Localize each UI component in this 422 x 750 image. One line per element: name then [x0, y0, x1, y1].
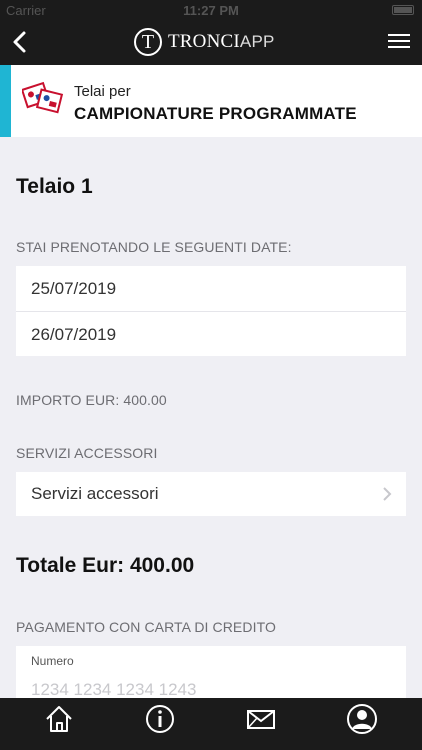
profile-icon[interactable] [345, 702, 379, 736]
total-amount: Totale Eur: 400.00 [16, 554, 195, 577]
dates-label: STAI PRENOTANDO LE SEGUENTI DATE: [16, 239, 292, 255]
header-title: CAMPIONATURE PROGRAMMATE [74, 104, 357, 123]
mail-icon[interactable] [244, 702, 278, 736]
card-number-field[interactable]: Numero 1234 1234 1234 1243 [16, 646, 406, 706]
payment-label: PAGAMENTO CON CARTA DI CREDITO [16, 619, 276, 635]
logo-mark-icon: T [134, 28, 162, 56]
dates-card: 25/07/2019 26/07/2019 [16, 266, 406, 356]
logo-text-bold: TRONCI [168, 31, 240, 52]
date-row: 26/07/2019 [16, 311, 406, 356]
chevron-right-icon [383, 487, 392, 501]
battery-icon [392, 5, 414, 15]
section-header: Telai per CAMPIONATURE PROGRAMMATE [0, 65, 422, 137]
accent-bar [0, 65, 11, 137]
amount-label: IMPORTO EUR: 400.00 [16, 392, 167, 408]
home-icon[interactable] [42, 702, 76, 736]
logo-text-light: APP [239, 32, 275, 51]
status-time: 11:27 PM [183, 3, 239, 18]
services-value: Servizi accessori [31, 484, 159, 503]
hamburger-menu-icon[interactable] [388, 34, 410, 50]
card-number-placeholder: 1234 1234 1234 1243 [31, 680, 197, 699]
date-row: 25/07/2019 [31, 279, 117, 298]
status-bar: Carrier 11:27 PM [0, 0, 422, 20]
fabric-samples-icon [22, 81, 64, 114]
services-label: SERVIZI ACCESSORI [16, 445, 158, 461]
services-row[interactable]: Servizi accessori [16, 472, 406, 516]
app-logo: T TRONCIAPP [134, 26, 275, 58]
logo-text: TRONCIAPP [168, 31, 275, 53]
nav-bar: T TRONCIAPP [0, 20, 422, 65]
info-icon[interactable] [143, 702, 177, 736]
frame-title: Telaio 1 [16, 175, 93, 198]
header-subtitle: Telai per [74, 83, 131, 100]
tab-bar [0, 698, 422, 750]
back-chevron-icon[interactable] [6, 28, 34, 56]
card-number-label: Numero [31, 654, 74, 668]
